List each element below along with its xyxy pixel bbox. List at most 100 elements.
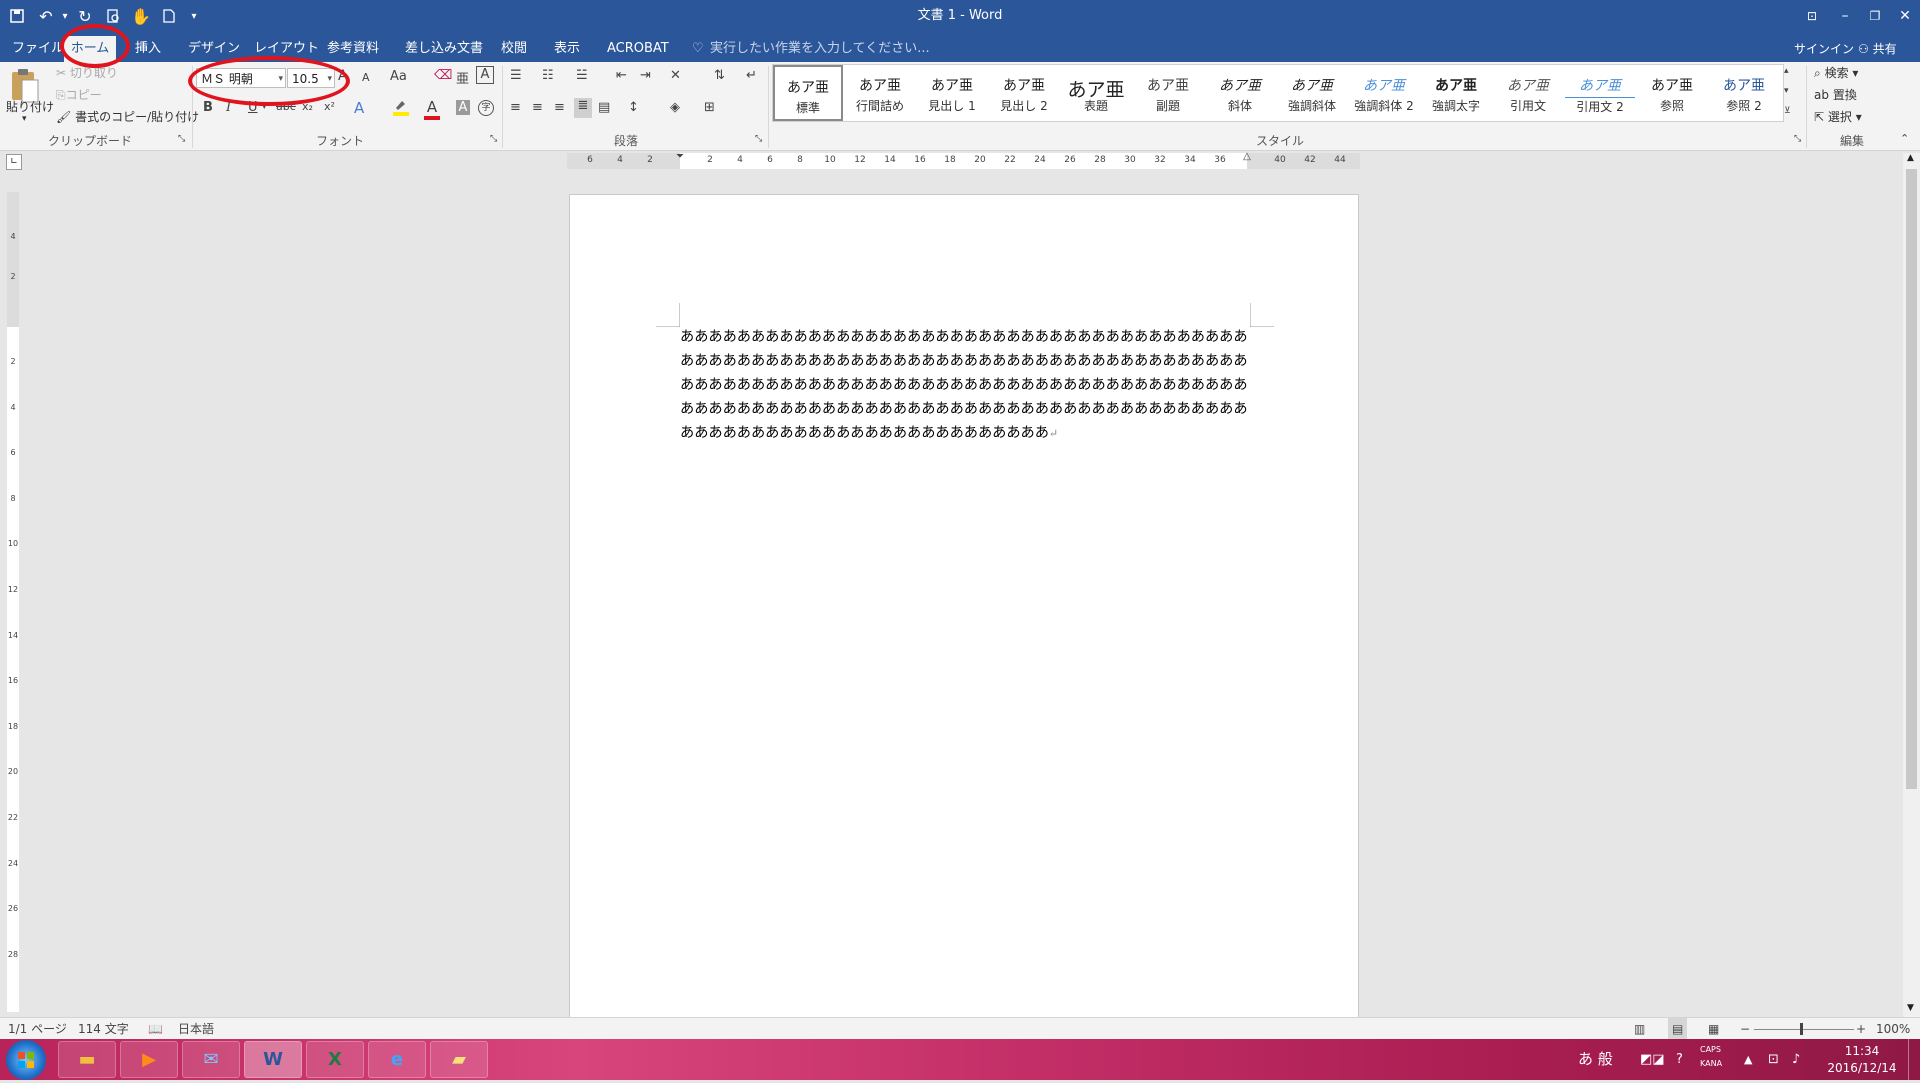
tray-expand-icon[interactable]: ▲ xyxy=(1744,1039,1752,1080)
sort-icon[interactable]: ⇅ xyxy=(714,68,725,83)
style-item[interactable]: あア亜 行間詰め xyxy=(845,65,915,121)
align-right-icon[interactable]: ≡ xyxy=(554,100,565,115)
italic-button[interactable]: I xyxy=(226,100,231,115)
help-icon[interactable]: ? xyxy=(1676,1039,1683,1080)
underline-dropdown-icon[interactable]: ▾ xyxy=(262,102,267,112)
character-shading-button[interactable]: A xyxy=(456,100,470,115)
share-button[interactable]: ⚇ 共有 xyxy=(1858,32,1897,62)
numbering-icon[interactable]: ☷ xyxy=(542,68,554,83)
zoom-out-button[interactable]: − xyxy=(1740,1018,1750,1040)
paste-button[interactable]: 貼り付け xyxy=(6,98,54,115)
highlighter-icon[interactable] xyxy=(392,98,410,120)
style-item[interactable]: あア亜 見出し 1 xyxy=(917,65,987,121)
ribbon-display-options-button[interactable]: ⊡ xyxy=(1797,0,1827,32)
styles-scroll-up-icon[interactable]: ▴ xyxy=(1784,66,1789,76)
phonetic-guide-icon[interactable]: 亜 xyxy=(456,68,469,87)
select-button[interactable]: ⇱ 選択 ▾ xyxy=(1814,108,1862,125)
cut-button[interactable]: ✂ 切り取り xyxy=(56,64,118,81)
web-layout-icon[interactable]: ▦ xyxy=(1708,1018,1719,1040)
shrink-font-button[interactable]: A xyxy=(362,71,370,84)
tab-design[interactable]: デザイン xyxy=(188,32,240,62)
tab-review[interactable]: 校閲 xyxy=(501,32,527,62)
tab-mailings[interactable]: 差し込み文書 xyxy=(405,32,483,62)
style-item[interactable]: あア亜 強調太字 xyxy=(1421,65,1491,121)
tab-selector-icon[interactable]: ∟ xyxy=(6,154,22,170)
asian-layout-icon[interactable]: ✕ xyxy=(670,68,681,83)
font-size-combo[interactable]: 10.5 ▾ xyxy=(287,68,335,88)
font-name-dropdown-icon[interactable]: ▾ xyxy=(278,69,283,89)
show-desktop-button[interactable] xyxy=(1908,1039,1920,1080)
character-border-icon[interactable]: A xyxy=(476,66,494,84)
right-indent-marker[interactable]: △ xyxy=(1237,151,1257,162)
tab-acrobat[interactable]: ACROBAT xyxy=(607,32,669,62)
ime-indicator[interactable]: あ 般 xyxy=(1578,1039,1613,1080)
shading-icon[interactable]: ◈ xyxy=(670,100,680,115)
vertical-scrollbar[interactable]: ▲ ▼ xyxy=(1903,153,1920,1017)
read-mode-icon[interactable]: ▥ xyxy=(1634,1018,1645,1040)
show-marks-icon[interactable]: ↵ xyxy=(746,68,757,83)
media-player-taskbar-button[interactable]: ▶ xyxy=(120,1041,178,1078)
font-name-combo[interactable]: ＭＳ 明朝 ▾ xyxy=(196,68,286,88)
zoom-slider[interactable] xyxy=(1754,1029,1854,1030)
explorer-taskbar-button[interactable]: ▬ xyxy=(58,1041,116,1078)
document-body[interactable]: ああああああああああああああああああああああああああああああああああああああああ… xyxy=(680,325,1255,446)
word-taskbar-button[interactable]: W xyxy=(244,1041,302,1078)
tab-layout[interactable]: レイアウト xyxy=(254,32,319,62)
language-indicator[interactable]: 日本語 xyxy=(178,1018,214,1040)
multilevel-list-icon[interactable]: ☱ xyxy=(576,68,588,83)
style-item[interactable]: あア亜 表題 xyxy=(1061,65,1131,121)
minimize-button[interactable]: – xyxy=(1830,0,1860,32)
clear-formatting-icon[interactable]: ⌫ xyxy=(434,68,452,83)
tab-insert[interactable]: 挿入 xyxy=(135,32,161,62)
zoom-in-button[interactable]: + xyxy=(1856,1018,1866,1040)
zoom-level[interactable]: 100% xyxy=(1876,1018,1910,1040)
collapse-ribbon-icon[interactable]: ⌃ xyxy=(1900,132,1909,145)
align-left-icon[interactable]: ≡ xyxy=(510,100,521,115)
styles-more-icon[interactable]: ⊻ xyxy=(1784,106,1791,116)
excel-taskbar-button[interactable]: X xyxy=(306,1041,364,1078)
superscript-button[interactable]: x² xyxy=(324,100,335,113)
document-page[interactable]: ああああああああああああああああああああああああああああああああああああああああ… xyxy=(569,194,1359,1024)
strikethrough-button[interactable]: abc xyxy=(276,100,296,113)
tab-references[interactable]: 参考資料 xyxy=(327,32,379,62)
ie-taskbar-button[interactable]: e xyxy=(368,1041,426,1078)
left-indent-marker[interactable]: ⏷ xyxy=(670,151,690,162)
page-count[interactable]: 1/1 ページ xyxy=(8,1018,67,1040)
scroll-up-icon[interactable]: ▲ xyxy=(1907,153,1914,163)
style-item[interactable]: あア亜 参照 xyxy=(1637,65,1707,121)
style-item[interactable]: あア亜 副題 xyxy=(1133,65,1203,121)
enclose-characters-button[interactable]: 字 xyxy=(478,100,494,116)
paragraph-launcher-icon[interactable]: ⤡ xyxy=(755,134,762,144)
thunderbird-taskbar-button[interactable]: ✉ xyxy=(182,1041,240,1078)
proofing-icon[interactable]: 📖 xyxy=(148,1018,163,1040)
style-item[interactable]: あア亜 引用文 2 xyxy=(1565,65,1635,121)
find-button[interactable]: ⌕ 検索 ▾ xyxy=(1814,64,1858,81)
line-spacing-icon[interactable]: ↕ xyxy=(628,100,639,115)
clock-time[interactable]: 11:34 xyxy=(1830,1043,1894,1059)
ime-tools-icon[interactable]: ◩◪ xyxy=(1640,1039,1665,1080)
bullets-icon[interactable]: ☰ xyxy=(510,68,522,83)
tab-view[interactable]: 表示 xyxy=(554,32,580,62)
zoom-slider-thumb[interactable] xyxy=(1800,1023,1803,1035)
paste-dropdown-icon[interactable]: ▾ xyxy=(22,114,27,124)
subscript-button[interactable]: x₂ xyxy=(302,100,313,113)
style-item[interactable]: あア亜 引用文 xyxy=(1493,65,1563,121)
decrease-indent-icon[interactable]: ⇤ xyxy=(616,68,627,83)
word-count[interactable]: 114 文字 xyxy=(78,1018,129,1040)
replace-button[interactable]: ab 置換 xyxy=(1814,86,1857,103)
font-color-button[interactable]: A xyxy=(424,98,440,120)
justify-icon[interactable]: ≣ xyxy=(574,98,592,118)
text-effects-button[interactable]: A xyxy=(354,99,364,117)
font-size-dropdown-icon[interactable]: ▾ xyxy=(327,69,332,89)
change-case-button[interactable]: Aa xyxy=(390,69,407,84)
print-layout-icon[interactable]: ▤ xyxy=(1668,1018,1688,1040)
tab-home[interactable]: ホーム xyxy=(64,36,116,62)
underline-button[interactable]: U xyxy=(248,100,258,115)
scrollbar-thumb[interactable] xyxy=(1906,169,1917,789)
style-item[interactable]: あア亜 強調斜体 xyxy=(1277,65,1347,121)
close-button[interactable]: ✕ xyxy=(1890,0,1920,32)
sticky-notes-taskbar-button[interactable]: ▰ xyxy=(430,1041,488,1078)
tab-file[interactable]: ファイル xyxy=(12,32,64,62)
styles-launcher-icon[interactable]: ⤡ xyxy=(1794,134,1801,144)
start-button[interactable] xyxy=(6,1040,46,1080)
